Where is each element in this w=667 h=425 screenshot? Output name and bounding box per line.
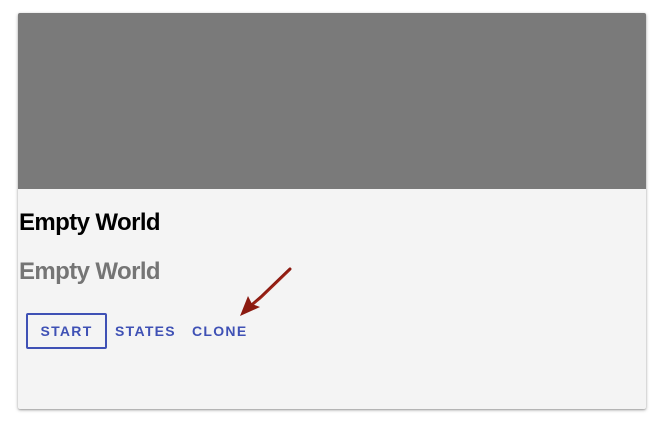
card-actions: START STATES CLONE	[26, 313, 247, 349]
clone-button[interactable]: CLONE	[192, 313, 248, 349]
card-subtitle: Empty World	[19, 258, 161, 285]
card-title: Empty World	[19, 209, 161, 236]
states-button[interactable]: STATES	[115, 313, 176, 349]
card-media-placeholder	[18, 13, 646, 189]
world-card: Empty World Empty World START STATES CLO…	[18, 13, 646, 409]
start-button[interactable]: START	[26, 313, 107, 349]
